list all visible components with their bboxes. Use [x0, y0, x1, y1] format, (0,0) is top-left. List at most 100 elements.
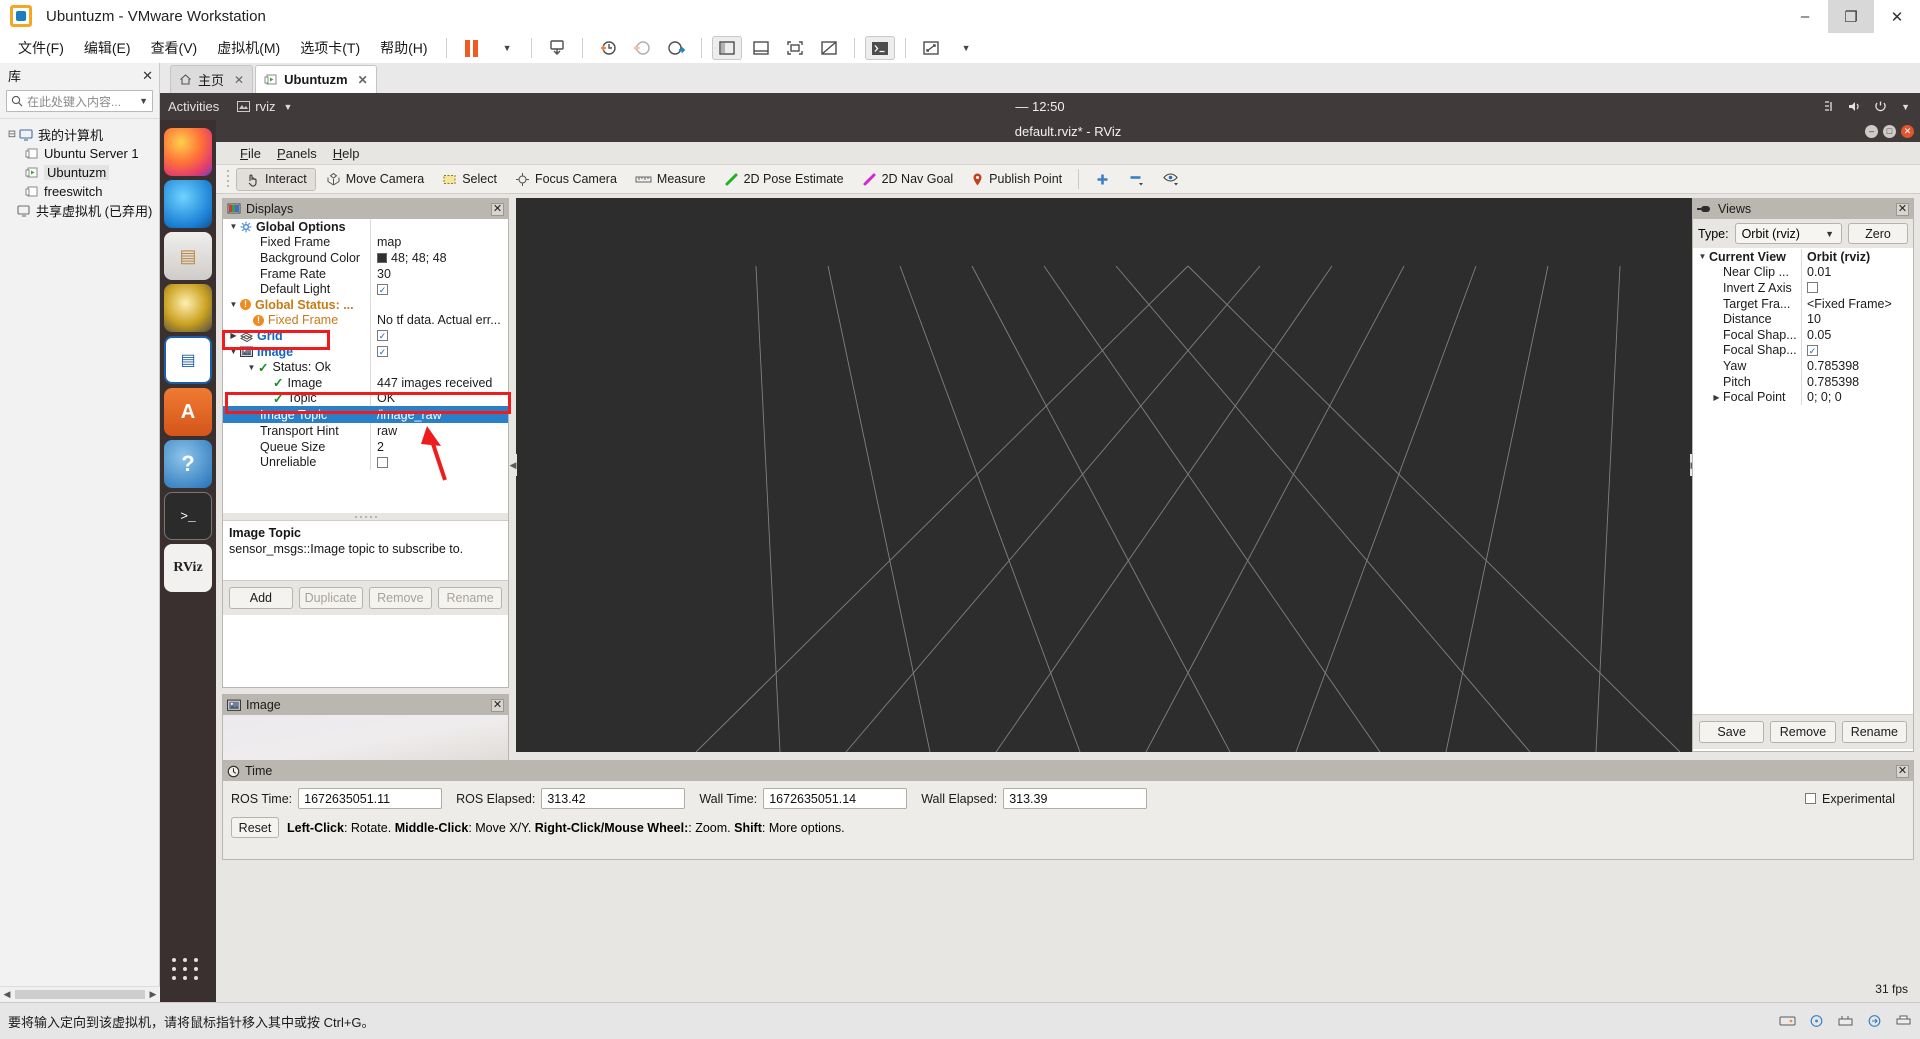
expander-icon[interactable]: ▼	[245, 363, 258, 372]
view-row-focal-shape-size[interactable]: Focal Shap... 0.05	[1693, 326, 1913, 343]
tool-properties-button[interactable]	[1155, 167, 1188, 191]
view-value[interactable]: <Fixed Frame>	[1801, 295, 1913, 312]
time-panel-close-icon[interactable]: ✕	[1896, 764, 1909, 778]
gnome-clock[interactable]: — 12:50	[160, 99, 1920, 114]
property-row-queue-size[interactable]: Queue Size 2	[223, 438, 508, 455]
expander-icon[interactable]: ▼	[1696, 252, 1709, 261]
tool-measure[interactable]: Measure	[627, 169, 714, 190]
menu-tabs[interactable]: 选项卡(T)	[290, 34, 370, 62]
dock-help-icon[interactable]: ?	[164, 440, 212, 488]
expander-icon[interactable]: ⊟	[6, 129, 18, 140]
show-console-button[interactable]	[746, 36, 776, 60]
dock-firefox-icon[interactable]	[164, 128, 212, 176]
views-close-icon[interactable]: ✕	[1896, 202, 1909, 216]
scroll-right-icon[interactable]: ▶	[146, 989, 160, 1000]
rviz-close-button[interactable]: ✕	[1901, 124, 1914, 138]
tool-2d-nav-goal[interactable]: 2D Nav Goal	[854, 169, 962, 190]
snapshot-take-button[interactable]	[593, 36, 623, 60]
remove-display-button[interactable]: Remove	[368, 587, 433, 609]
pause-dropdown[interactable]: ▼	[491, 36, 521, 60]
dock-rhythmbox-icon[interactable]	[164, 284, 212, 332]
dock-terminal-icon[interactable]: >_	[164, 492, 212, 540]
view-value[interactable]: 0.01	[1801, 264, 1913, 281]
network-adapter-icon[interactable]	[1837, 1014, 1854, 1028]
property-row-image-display[interactable]: ▼ Image ✓	[223, 343, 508, 360]
checkbox-checked[interactable]: ✓	[377, 283, 388, 295]
expander-icon[interactable]: ▶	[227, 331, 240, 340]
property-value[interactable]: map	[370, 234, 508, 251]
tree-item-ubuntuzm[interactable]: Ubuntuzm	[0, 163, 159, 182]
rviz-minimize-button[interactable]: –	[1865, 124, 1878, 138]
tool-2d-pose-estimate[interactable]: 2D Pose Estimate	[716, 169, 852, 190]
expander-icon[interactable]: ▶	[1710, 393, 1723, 402]
property-row-global-status[interactable]: ▼ ! Global Status: ...	[223, 296, 508, 313]
chevron-down-icon[interactable]: ▼	[139, 96, 148, 106]
left-splitter-handle[interactable]: ◀	[509, 454, 517, 476]
view-row-distance[interactable]: Distance 10	[1693, 311, 1913, 327]
library-horizontal-scrollbar[interactable]: ◀ ▶	[0, 986, 160, 1002]
checkbox-checked[interactable]: ✓	[377, 330, 388, 342]
tab-home[interactable]: 主页 ✕	[170, 65, 254, 93]
property-row-status-topic[interactable]: ✓ Topic OK	[223, 390, 508, 407]
usb-icon[interactable]	[1866, 1014, 1883, 1028]
tool-publish-point[interactable]: Publish Point	[963, 169, 1070, 190]
view-row-near-clip[interactable]: Near Clip ... 0.01	[1693, 264, 1913, 281]
hard-disk-icon[interactable]	[1779, 1014, 1796, 1028]
tree-item-ubuntu-server[interactable]: Ubuntu Server 1	[0, 144, 159, 163]
property-row-transport-hint[interactable]: Transport Hint raw	[223, 423, 508, 439]
property-row-status-fixed-frame[interactable]: ! Fixed Frame No tf data. Actual err...	[223, 312, 508, 329]
send-ctrl-alt-del-button[interactable]	[542, 36, 572, 60]
menu-vm[interactable]: 虚拟机(M)	[207, 34, 290, 62]
remove-tool-button[interactable]	[1120, 167, 1153, 191]
tree-item-freeswitch[interactable]: freeswitch	[0, 182, 159, 201]
view-row-pitch[interactable]: Pitch 0.785398	[1693, 373, 1913, 390]
property-row-fixed-frame[interactable]: Fixed Frame map	[223, 234, 508, 251]
snapshot-revert-button[interactable]	[627, 36, 657, 60]
tab-ubuntuzm[interactable]: Ubuntuzm ✕	[255, 65, 377, 93]
property-row-background-color[interactable]: Background Color 48; 48; 48	[223, 250, 508, 266]
property-row-default-light[interactable]: Default Light ✓	[223, 281, 508, 297]
snapshot-manager-button[interactable]	[661, 36, 691, 60]
unity-mode-button[interactable]	[814, 36, 844, 60]
checkbox-unchecked[interactable]	[1805, 793, 1817, 804]
chevron-down-icon[interactable]: ▼	[1901, 102, 1910, 112]
dock-software-center-icon[interactable]: A	[164, 388, 212, 436]
rename-display-button[interactable]: Rename	[438, 587, 502, 609]
power-icon[interactable]	[1873, 100, 1888, 113]
rviz-menu-file[interactable]: File	[240, 146, 261, 161]
expander-icon[interactable]: ▼	[227, 347, 240, 356]
tool-focus-camera[interactable]: Focus Camera	[507, 169, 625, 190]
tree-item-my-computer[interactable]: ⊟ 我的计算机	[0, 125, 159, 144]
property-value[interactable]: 30	[370, 265, 508, 282]
console-view-button[interactable]	[864, 36, 895, 60]
add-tool-button[interactable]	[1087, 169, 1118, 190]
property-row-grid[interactable]: ▶ Grid ✓	[223, 328, 508, 344]
property-row-status-ok[interactable]: ▼ ✓ Status: Ok	[223, 359, 508, 375]
ros-elapsed-input[interactable]: 313.42	[541, 788, 686, 809]
dock-libreoffice-writer-icon[interactable]: ▤	[164, 336, 212, 384]
cd-drive-icon[interactable]	[1808, 1014, 1825, 1028]
checkbox-checked[interactable]: ✓	[1807, 344, 1818, 356]
tool-interact[interactable]: Interact	[236, 167, 316, 191]
view-row-target-frame[interactable]: Target Fra... <Fixed Frame>	[1693, 295, 1913, 312]
printer-icon[interactable]	[1895, 1014, 1912, 1028]
toolbar-grip[interactable]	[224, 169, 231, 189]
view-row-focal-shape-fixed[interactable]: Focal Shap... ✓	[1693, 342, 1913, 359]
scroll-left-icon[interactable]: ◀	[0, 989, 14, 1000]
remove-view-button[interactable]: Remove	[1770, 721, 1836, 743]
dock-thunderbird-icon[interactable]	[164, 180, 212, 228]
scroll-thumb[interactable]	[15, 990, 145, 999]
panel-splitter[interactable]	[223, 513, 508, 520]
wall-time-input[interactable]: 1672635051.14	[763, 788, 908, 809]
menu-help[interactable]: 帮助(H)	[370, 34, 437, 62]
displays-close-icon[interactable]: ✕	[491, 202, 504, 216]
show-applications-icon[interactable]	[172, 958, 200, 980]
tool-select[interactable]: Select	[434, 169, 505, 190]
dock-files-icon[interactable]: ▤	[164, 232, 212, 280]
image-panel-close-icon[interactable]: ✕	[491, 698, 504, 712]
pause-button[interactable]	[457, 36, 487, 60]
view-value[interactable]: 0.785398	[1801, 373, 1913, 390]
minimize-button[interactable]: –	[1782, 0, 1828, 33]
view-row-yaw[interactable]: Yaw 0.785398	[1693, 358, 1913, 374]
view-row-invert-z-axis[interactable]: Invert Z Axis	[1693, 280, 1913, 296]
